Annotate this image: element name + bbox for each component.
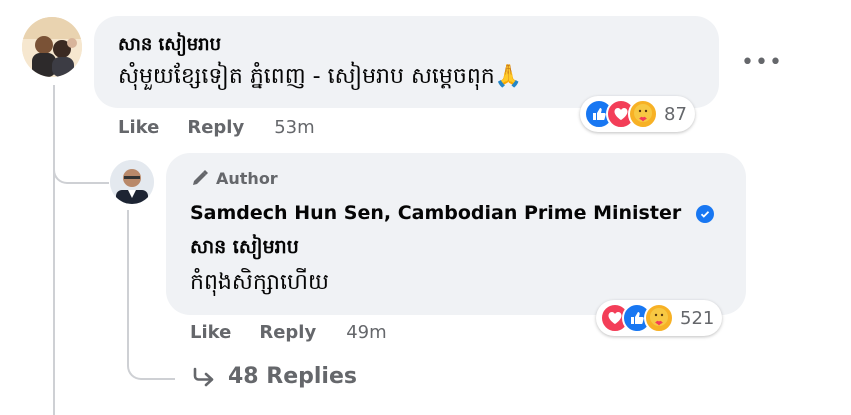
reply-avatar[interactable] [110,160,154,204]
view-replies-link[interactable]: 48 Replies [192,364,357,389]
comment-reactions[interactable]: 87 [580,96,695,132]
comment-text: សុំមួយខ្សែទៀត ភ្នំពេញ - សៀមរាប សម្តេចពុក… [118,64,523,89]
avatar[interactable] [22,17,82,77]
pencil-icon [190,168,210,188]
reply-reply-button[interactable]: Reply [259,322,316,343]
reply-author: Samdech Hun Sen, Cambodian Prime Ministe… [190,202,714,224]
comment-timestamp[interactable]: 53m [274,117,314,138]
author-badge: Author [190,168,278,188]
verified-badge-icon [695,204,714,223]
reply-arrow-icon [192,366,216,388]
reply-like-button[interactable]: Like [190,322,231,343]
reply-timestamp[interactable]: 49m [346,322,386,343]
comment-actions: Like Reply 53m [118,117,315,138]
reply-actions: Like Reply 49m [190,322,387,343]
like-button[interactable]: Like [118,117,159,138]
reaction-count: 87 [664,103,687,125]
care-icon [628,99,658,129]
more-icon[interactable]: ••• [741,50,783,75]
thread-line-main [53,85,55,415]
reply-mention[interactable]: សាន សៀមរាប [190,235,299,263]
reply-button[interactable]: Reply [187,117,244,138]
reply-author-name[interactable]: Samdech Hun Sen, Cambodian Prime Ministe… [190,202,681,224]
reply-reactions[interactable]: 521 [596,300,723,336]
reply-reaction-count: 521 [680,307,715,329]
author-badge-label: Author [216,168,278,188]
thread-branch-reply [53,160,109,184]
reply-text: កំពុងសិក្សាហើយ [190,270,329,295]
view-replies-label[interactable]: 48 Replies [228,364,357,389]
thread-line-reply [127,210,129,360]
care-icon [644,303,674,333]
comment-author[interactable]: សាន សៀមរាប [118,32,221,59]
thread-branch-replies [127,350,175,380]
